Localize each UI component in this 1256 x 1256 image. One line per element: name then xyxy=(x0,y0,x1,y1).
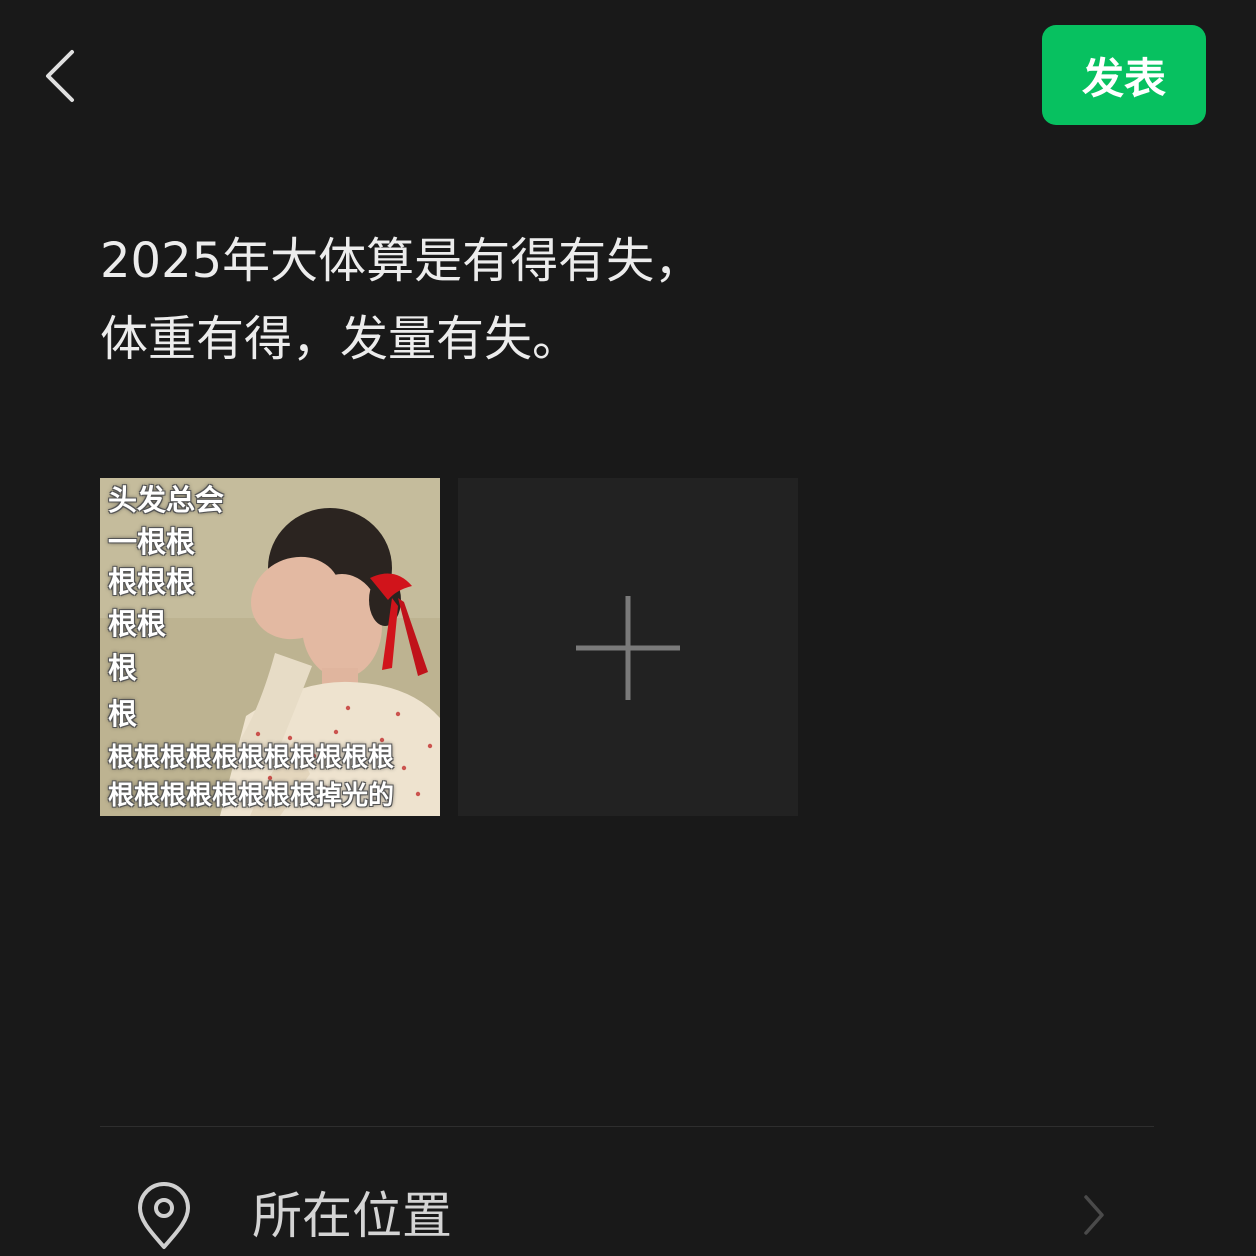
image-caption-line: 根根根 xyxy=(108,565,196,599)
image-caption-line: 根根根根根根根根根根根 xyxy=(108,743,395,773)
location-pin-icon xyxy=(138,1182,190,1249)
chevron-right-icon xyxy=(1084,1195,1104,1235)
post-text-line-2: 体重有得，发量有失。 xyxy=(100,311,581,367)
add-media-button[interactable] xyxy=(458,478,798,816)
post-text-input[interactable]: 2025年大体算是有得有失， 体重有得，发量有失。 xyxy=(100,222,1150,378)
publish-button[interactable]: 发表 xyxy=(1042,25,1206,125)
compose-moment-screen: 发表 2025年大体算是有得有失， 体重有得，发量有失。 头发总会 一根根 根根… xyxy=(0,0,1256,1256)
chevron-left-icon xyxy=(46,50,74,102)
image-caption-line: 根根 xyxy=(108,607,167,641)
image-caption-line: 根根根根根根根根掉光的 xyxy=(108,781,395,811)
image-caption-line: 根 xyxy=(108,697,138,731)
image-caption-line: 头发总会 xyxy=(108,483,225,517)
post-text-line-1: 2025年大体算是有得有失， xyxy=(100,233,703,289)
image-caption-line: 一根根 xyxy=(108,525,196,559)
location-row[interactable]: 所在位置 xyxy=(100,1127,1154,1256)
plus-icon xyxy=(576,596,680,700)
location-label: 所在位置 xyxy=(252,1187,452,1245)
back-button[interactable] xyxy=(36,44,92,108)
image-caption-line: 根 xyxy=(108,651,138,685)
attached-image-thumbnail[interactable]: 头发总会 一根根 根根根 根根 根 根 根根根根根根根根根根根 根根根根根根根根… xyxy=(100,478,440,816)
